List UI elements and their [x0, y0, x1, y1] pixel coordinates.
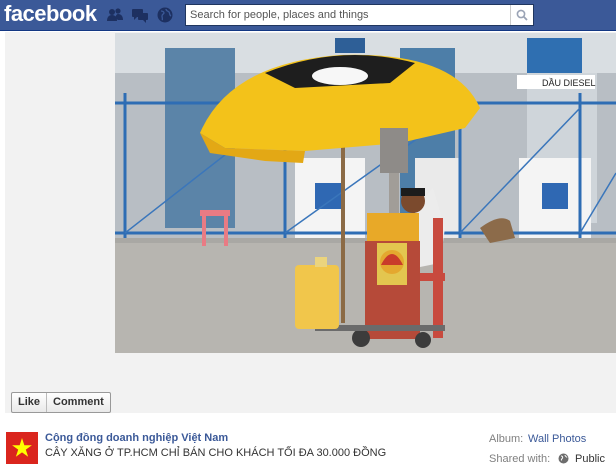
- action-buttons: Like Comment: [11, 392, 111, 413]
- search-box: [185, 4, 534, 26]
- page-avatar-vietnam-flag[interactable]: [6, 432, 38, 464]
- notifications-icon[interactable]: [156, 6, 174, 24]
- post-photo[interactable]: DẦU DIESEL: [115, 33, 616, 353]
- privacy-public[interactable]: Public: [575, 453, 605, 465]
- photo-caption: CÂY XĂNG Ở TP.HCM CHỈ BÁN CHO KHÁCH TỐI …: [45, 447, 387, 459]
- facebook-logo[interactable]: facebook: [4, 1, 97, 27]
- friend-requests-icon[interactable]: [106, 6, 124, 24]
- shared-with-label: Shared with:: [489, 453, 551, 465]
- search-input[interactable]: [190, 6, 510, 24]
- search-button[interactable]: [510, 5, 533, 25]
- search-icon: [516, 9, 528, 21]
- page-name-link[interactable]: Cộng đồng doanh nghiệp Việt Nam: [45, 432, 228, 444]
- svg-text:DẦU DIESEL: DẦU DIESEL: [542, 78, 596, 88]
- like-button[interactable]: Like: [12, 393, 46, 412]
- album-link[interactable]: Wall Photos: [528, 433, 586, 445]
- globe-icon: [558, 453, 569, 464]
- comment-button[interactable]: Comment: [46, 393, 110, 412]
- top-bar: facebook: [0, 0, 616, 31]
- messages-icon[interactable]: [131, 6, 149, 24]
- album-label: Album:: [489, 433, 524, 445]
